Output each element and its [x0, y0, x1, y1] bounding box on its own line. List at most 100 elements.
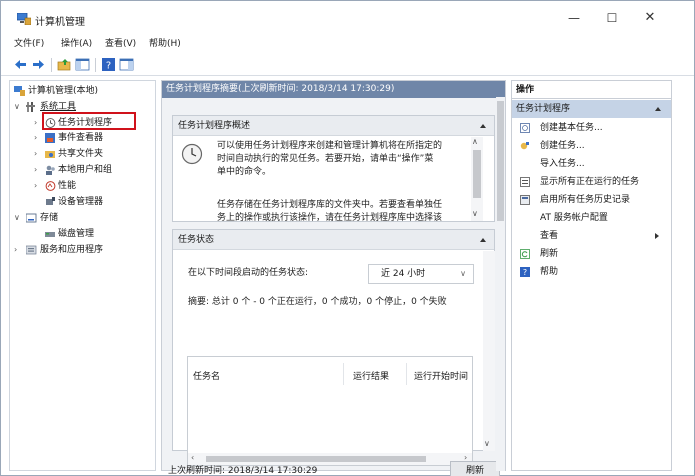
expanded-chevron-icon[interactable]: ∨	[14, 100, 20, 114]
collapsed-chevron-icon[interactable]: ›	[34, 179, 37, 193]
overview-scrollbar[interactable]: ∧ ∨	[471, 137, 483, 221]
task-status-section: 任务状态 在以下时间段启动的任务状态: 近 24 小时 ∨ 摘要: 总计 0 个…	[172, 229, 495, 466]
menu-help[interactable]: 帮助(H)	[149, 36, 181, 49]
svg-text:?: ?	[523, 268, 527, 277]
minimize-button[interactable]: —	[556, 7, 592, 29]
action-label: 创建任务...	[540, 141, 585, 151]
column-header-task-name[interactable]: 任务名	[193, 369, 220, 382]
window-title: 计算机管理	[35, 17, 85, 28]
show-hide-tree-icon[interactable]	[75, 57, 90, 72]
action-at-service-account[interactable]: AT 服务帐户配置	[512, 209, 671, 227]
status-summary: 摘要: 总计 0 个 - 0 个正在运行，0 个成功，0 个停止，0 个失败	[188, 297, 447, 307]
help-icon: ?	[520, 267, 530, 277]
status-period-value: 近 24 小时	[381, 269, 426, 279]
action-show-running-tasks[interactable]: 显示所有正在运行的任务	[512, 173, 671, 191]
action-label: 创建基本任务...	[540, 123, 603, 133]
scroll-left-icon[interactable]: ‹	[191, 453, 194, 462]
task-status-body: 在以下时间段启动的任务状态: 近 24 小时 ∨ 摘要: 总计 0 个 - 0 …	[173, 251, 483, 466]
tree-label: 设备管理器	[58, 197, 104, 207]
overview-line: 时间自动执行的常见任务。若要开始，请单击“操作”菜	[217, 154, 434, 164]
computer-management-window: 计算机管理 — ☐ ✕ 文件(F) 操作(A) 查看(V) 帮助(H) ? 计算…	[0, 0, 695, 476]
scroll-down-icon[interactable]: ∨	[472, 209, 478, 218]
overview-section-header[interactable]: 任务计划程序概述	[173, 116, 494, 136]
action-import-task[interactable]: 导入任务...	[512, 155, 671, 173]
action-label: 导入任务...	[540, 159, 585, 169]
submenu-arrow-icon	[655, 233, 659, 239]
task-status-title: 任务状态	[178, 235, 215, 245]
scroll-down-icon[interactable]: ∨	[484, 439, 490, 448]
scroll-thumb[interactable]	[206, 456, 426, 462]
scroll-thumb[interactable]	[473, 150, 481, 198]
tree-label: 计算机管理(本地)	[28, 86, 99, 96]
collapsed-chevron-icon[interactable]: ›	[34, 163, 37, 177]
action-refresh[interactable]: 刷新	[512, 245, 671, 263]
collapsed-chevron-icon[interactable]: ›	[14, 243, 17, 257]
column-header-run-result[interactable]: 运行结果	[353, 369, 389, 382]
refresh-button[interactable]: 刷新	[450, 461, 500, 476]
overview-line: 单中的命令。	[217, 167, 272, 177]
back-arrow-icon[interactable]	[13, 57, 28, 72]
performance-icon	[45, 181, 56, 191]
folder-up-icon[interactable]	[57, 57, 72, 72]
create-task-icon	[520, 142, 529, 150]
create-basic-task-icon	[520, 123, 530, 133]
action-view[interactable]: 查看	[512, 227, 671, 245]
action-label: 帮助	[540, 267, 559, 277]
task-status-section-header[interactable]: 任务状态	[173, 230, 494, 250]
column-separator[interactable]	[343, 363, 344, 385]
scroll-up-icon[interactable]: ∧	[472, 137, 478, 146]
toolbar: ?	[1, 54, 694, 76]
console-view-icon[interactable]	[119, 57, 134, 72]
collapse-caret-icon[interactable]	[480, 124, 486, 128]
tree-label: 共享文件夹	[58, 149, 104, 159]
computer-management-icon	[14, 86, 25, 96]
overview-paragraph-1: 可以使用任务计划程序来创建和管理计算机将在所指定的 时间自动执行的常见任务。若要…	[217, 140, 469, 179]
column-separator[interactable]	[406, 363, 407, 385]
overview-line: 任务存储在任务计划程序库的文件夹中。若要查看单独任	[217, 200, 443, 210]
collapsed-chevron-icon[interactable]: ›	[34, 131, 37, 145]
svg-text:?: ?	[106, 61, 111, 72]
overview-title: 任务计划程序概述	[178, 121, 251, 131]
collapse-caret-icon[interactable]	[480, 238, 486, 242]
maximize-button[interactable]: ☐	[594, 7, 630, 29]
action-label: 启用所有任务历史记录	[540, 195, 631, 205]
actions-group-task-scheduler[interactable]: 任务计划程序	[512, 100, 671, 118]
toolbar-separator	[95, 58, 96, 72]
help-icon[interactable]: ?	[101, 57, 116, 72]
collapsed-chevron-icon[interactable]: ›	[34, 147, 37, 161]
services-icon	[26, 245, 37, 255]
menu-file[interactable]: 文件(F)	[14, 36, 44, 49]
forward-arrow-icon[interactable]	[31, 57, 46, 72]
action-label: 查看	[540, 231, 559, 241]
summary-header: 任务计划程序摘要(上次刷新时间: 2018/3/14 17:30:29)	[162, 81, 505, 98]
action-create-basic-task[interactable]: 创建基本任务...	[512, 119, 671, 137]
task-scheduler-summary-pane: 任务计划程序摘要(上次刷新时间: 2018/3/14 17:30:29) 任务计…	[161, 80, 506, 476]
action-label: 显示所有正在运行的任务	[540, 177, 640, 187]
running-tasks-icon	[520, 177, 530, 187]
toolbar-separator	[51, 58, 52, 72]
actions-title: 操作	[512, 81, 671, 99]
status-period-dropdown[interactable]: 近 24 小时 ∨	[368, 264, 474, 284]
device-manager-icon	[46, 197, 55, 205]
shared-folder-icon	[45, 151, 55, 158]
users-icon	[46, 165, 55, 175]
collapsed-chevron-icon[interactable]: ›	[34, 116, 37, 130]
overview-line: 可以使用任务计划程序来创建和管理计算机将在所指定的	[217, 141, 443, 151]
action-help[interactable]: ? 帮助	[512, 263, 671, 281]
title-bar[interactable]: 计算机管理 — ☐ ✕	[1, 1, 694, 32]
expanded-chevron-icon[interactable]: ∨	[14, 211, 20, 225]
tree-label: 本地用户和组	[58, 165, 113, 175]
action-enable-history[interactable]: 启用所有任务历史记录	[512, 191, 671, 209]
scroll-thumb[interactable]	[497, 101, 504, 221]
action-label: AT 服务帐户配置	[540, 213, 608, 223]
collapse-caret-icon[interactable]	[655, 107, 661, 111]
center-pane-scrollbar[interactable]	[496, 97, 505, 471]
close-button[interactable]: ✕	[632, 7, 668, 29]
menu-view[interactable]: 查看(V)	[105, 36, 136, 49]
column-header-run-start[interactable]: 运行开始时间	[414, 369, 468, 382]
task-status-table: 任务名 运行结果 运行开始时间 ‹ ›	[187, 356, 473, 466]
status-scrollbar[interactable]: ∨	[483, 251, 495, 451]
status-period-label: 在以下时间段启动的任务状态:	[188, 268, 309, 278]
action-create-task[interactable]: 创建任务...	[512, 137, 671, 155]
menu-action[interactable]: 操作(A)	[61, 36, 92, 49]
